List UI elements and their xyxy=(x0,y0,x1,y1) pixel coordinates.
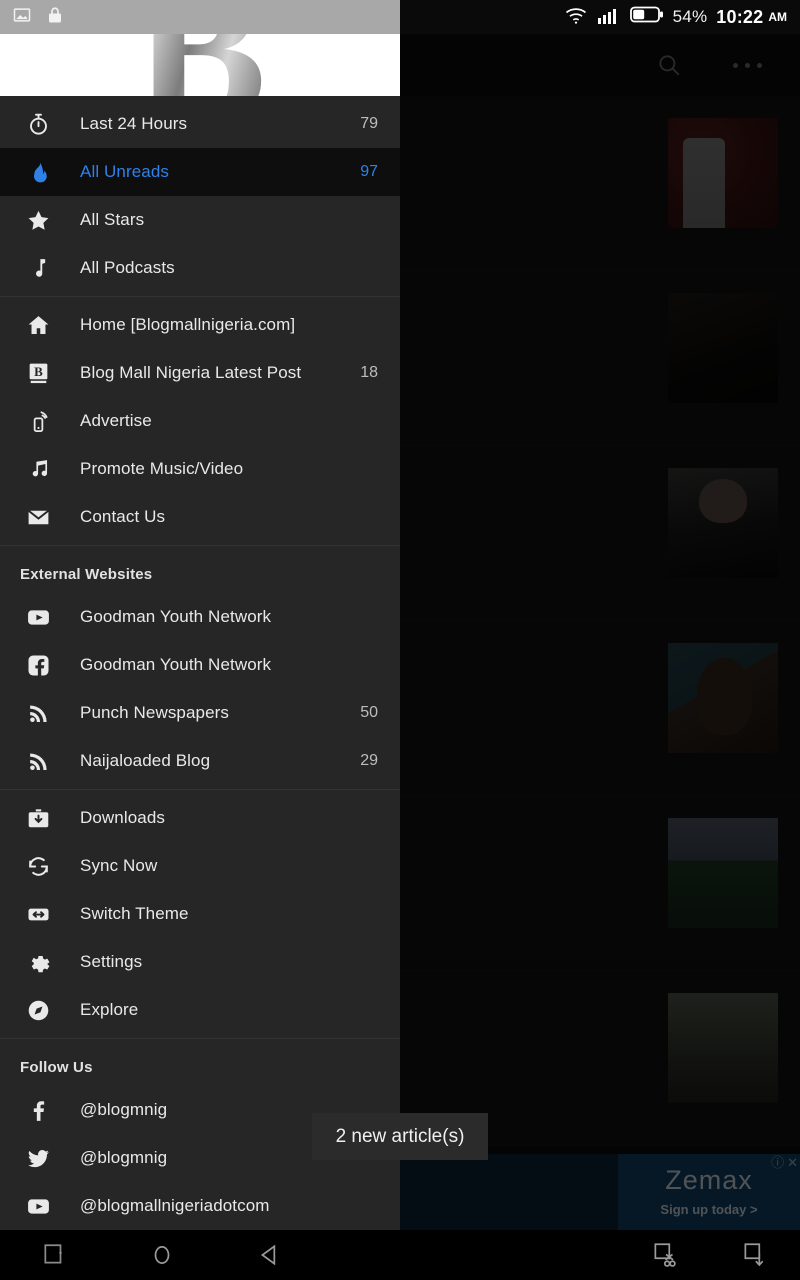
drawer-section-heading: External Websites xyxy=(20,566,153,583)
youtube-icon xyxy=(20,605,56,630)
drawer-item-goodman-youth-network[interactable]: Goodman Youth Network xyxy=(0,641,400,689)
drawer-item-all-podcasts[interactable]: All Podcasts xyxy=(0,244,400,292)
drawer-menu: Last 24 Hours 79 All Unreads 97 All Stars All… xyxy=(0,96,400,1234)
status-bar-left xyxy=(0,0,400,34)
drawer-item-settings[interactable]: Settings xyxy=(0,938,400,986)
drawer-item-label: Contact Us xyxy=(80,507,166,526)
drawer-item-last-24-hours[interactable]: Last 24 Hours 79 xyxy=(0,100,400,148)
drawer-item-punch-newspapers[interactable]: Punch Newspapers 50 xyxy=(0,689,400,737)
drawer-item-label: Switch Theme xyxy=(80,904,189,923)
status-bar: 54% 10:22 AM xyxy=(0,0,800,34)
drawer-item-count: 18 xyxy=(360,364,378,381)
switch-theme-icon xyxy=(20,902,56,927)
battery-percent: 54% xyxy=(672,7,708,26)
clock-ampm: AM xyxy=(768,10,787,24)
drawer-item-count: 29 xyxy=(360,752,378,769)
drawer-item-all-unreads[interactable]: All Unreads 97 xyxy=(0,148,400,196)
star-icon xyxy=(20,208,56,233)
drawer-item-label: All Stars xyxy=(80,210,145,229)
music-note-icon xyxy=(20,256,56,281)
signal-bars-icon xyxy=(597,5,621,30)
status-bar-right: 54% 10:22 AM xyxy=(400,0,800,34)
gear-icon xyxy=(20,950,56,975)
drawer-group-1: Home [Blogmallnigeria.com] B Blog Mall Nig… xyxy=(0,297,400,546)
drawer-item-count: 79 xyxy=(360,115,378,132)
drawer-item-switch-theme[interactable]: Switch Theme xyxy=(0,890,400,938)
drawer-item-label: @blogmallnigeriadotcom xyxy=(80,1196,270,1215)
flame-icon xyxy=(20,160,56,185)
drawer-group-0: Last 24 Hours 79 All Unreads 97 All Stars All… xyxy=(0,96,400,297)
clock-time: 10:22 xyxy=(716,6,764,27)
drawer-item-advertise[interactable]: Advertise xyxy=(0,397,400,445)
drawer-item-label: Punch Newspapers xyxy=(80,703,230,722)
back-triangle-icon[interactable] xyxy=(216,1230,324,1280)
drawer-item-label: Goodman Youth Network xyxy=(80,607,272,626)
drawer-item-label: All Podcasts xyxy=(80,258,175,277)
facebook-icon xyxy=(20,1098,56,1123)
facebook-icon xyxy=(20,653,56,678)
toast-message: 2 new article(s) xyxy=(335,1125,465,1147)
drawer-item-all-stars[interactable]: All Stars xyxy=(0,196,400,244)
drawer-item-label: Settings xyxy=(80,952,143,971)
drawer-item-label: Downloads xyxy=(80,808,166,827)
scroll-capture-icon[interactable] xyxy=(710,1230,800,1280)
sync-icon xyxy=(20,854,56,879)
drawer-item-downloads[interactable]: Downloads xyxy=(0,794,400,842)
screenshot-crop-icon[interactable] xyxy=(620,1230,710,1280)
drawer-item-label: Blog Mall Nigeria Latest Post xyxy=(80,363,302,382)
twitter-icon xyxy=(20,1146,56,1171)
toast-notification: 2 new article(s) xyxy=(312,1113,488,1160)
drawer-item-explore[interactable]: Explore xyxy=(0,986,400,1034)
android-navigation-bar xyxy=(0,1230,800,1280)
home-icon xyxy=(20,313,56,338)
music-notes-icon xyxy=(20,457,56,482)
drawer-item-count: 50 xyxy=(360,704,378,721)
drawer-item-count: 97 xyxy=(360,163,378,180)
drawer-item-label: Advertise xyxy=(80,411,152,430)
svg-text:B: B xyxy=(34,364,43,379)
wifi-icon xyxy=(564,5,588,30)
drawer-item-label: Promote Music/Video xyxy=(80,459,244,478)
recents-icon[interactable] xyxy=(0,1230,108,1280)
rss-icon xyxy=(20,749,56,774)
drawer-item-blogmallnigeriadotcom[interactable]: @blogmallnigeriadotcom xyxy=(0,1182,400,1230)
battery-icon xyxy=(629,5,664,29)
drawer-group-3: Downloads Sync Now Switch Theme Settings Exp… xyxy=(0,790,400,1039)
drawer-item-home-blogmallnigeria-com[interactable]: Home [Blogmallnigeria.com] xyxy=(0,301,400,349)
drawer-item-label: Home [Blogmallnigeria.com] xyxy=(80,315,296,334)
broadcast-icon xyxy=(20,409,56,434)
drawer-section-heading: Follow Us xyxy=(20,1059,93,1076)
drawer-item-label: Goodman Youth Network xyxy=(80,655,272,674)
drawer-item-promote-music-video[interactable]: Promote Music/Video xyxy=(0,445,400,493)
drawer-item-label: All Unreads xyxy=(80,162,169,181)
drawer-item-sync-now[interactable]: Sync Now xyxy=(0,842,400,890)
envelope-icon xyxy=(20,505,56,530)
drawer-item-blog-mall-nigeria-latest-post[interactable]: B Blog Mall Nigeria Latest Post 18 xyxy=(0,349,400,397)
blogmall-logo-icon: B xyxy=(20,361,56,386)
rss-icon xyxy=(20,701,56,726)
download-box-icon xyxy=(20,806,56,831)
home-circle-icon[interactable] xyxy=(108,1230,216,1280)
youtube-icon xyxy=(20,1194,56,1219)
drawer-item-goodman-youth-network[interactable]: Goodman Youth Network xyxy=(0,593,400,641)
drawer-item-label: Naijaloaded Blog xyxy=(80,751,211,770)
drawer-item-label: Sync Now xyxy=(80,856,158,875)
drawer-item-contact-us[interactable]: Contact Us xyxy=(0,493,400,541)
compass-icon xyxy=(20,998,56,1023)
lock-icon xyxy=(46,5,64,30)
image-icon xyxy=(12,5,32,30)
stopwatch-icon xyxy=(20,112,56,137)
drawer-item-label: Explore xyxy=(80,1000,139,1019)
navigation-drawer: B Last 24 Hours 79 All Unreads 97 All Stars A… xyxy=(0,0,400,1237)
phone-screen: Cristiano Ronaldo For Shirt In' denied h… xyxy=(0,0,800,1280)
drawer-group-2: External Websites Goodman Youth Network Go… xyxy=(0,546,400,790)
drawer-item-label: Last 24 Hours xyxy=(80,114,188,133)
drawer-item-naijaloaded-blog[interactable]: Naijaloaded Blog 29 xyxy=(0,737,400,785)
